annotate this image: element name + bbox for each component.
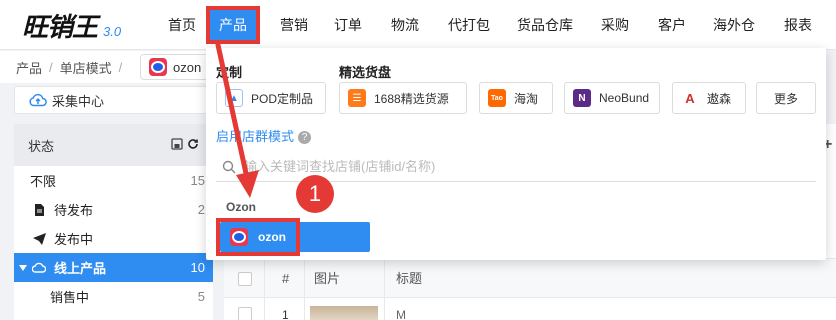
step-number-badge: 1 [296, 175, 334, 213]
annotation-arrow [215, 42, 259, 198]
